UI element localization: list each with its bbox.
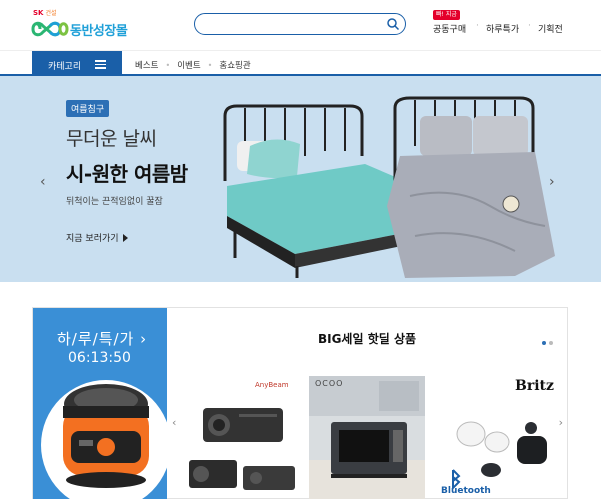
rice-cooker-image [63, 384, 149, 488]
link-event[interactable]: 이벤트 [177, 59, 200, 71]
hero-subtext: 뒤척이는 끈적임없이 꿀잠 [66, 197, 163, 207]
category-button[interactable]: 카테고리 [32, 51, 122, 77]
product-sub-brand: Bluetooth [441, 486, 491, 496]
hamburger-menu-icon [95, 60, 106, 69]
hero-headline-2: 시-원한 여름밤 [66, 162, 188, 186]
hero-cta-link[interactable]: 지금 보러가기 [66, 231, 128, 244]
header: SK 건설 동반성장몰 빠! 지금 공동구매 · 하루특가 · 기획전 [0, 0, 601, 50]
big-sale-title: BIG세일 핫딜 상품 [317, 332, 417, 346]
daily-deal-title[interactable]: 하/루/특/가 › [57, 328, 147, 349]
search-icon[interactable] [386, 17, 400, 31]
search-bar [194, 13, 406, 35]
link-separator: • [165, 61, 171, 70]
product-brand: OCOO [315, 379, 344, 388]
nav-separator: · [528, 21, 531, 31]
link-best[interactable]: 베스트 [135, 59, 158, 71]
daily-deal-panel[interactable]: 하/루/특/가 › 06:13:50 [33, 308, 167, 499]
projector-image [189, 408, 295, 490]
search-input[interactable] [205, 17, 375, 31]
bed-image [223, 96, 555, 278]
big-sale-panel: BIG세일 핫딜 상품 ‹ › AnyBeam OCOO Britz Bluet… [167, 308, 567, 499]
nav-daily-deal[interactable]: 하루특가 [486, 22, 519, 35]
countdown-timer: 06:13:50 [68, 350, 131, 366]
category-links: 베스트 • 이벤트 • 홈쇼핑관 [135, 59, 251, 71]
product-card-earbuds[interactable]: Britz Bluetooth [435, 376, 554, 499]
category-label: 카테고리 [48, 62, 82, 72]
hero-banner[interactable]: 여름침구 무더운 날씨 시-원한 여름밤 뒤척이는 끈적임없이 꿀잠 지금 보러… [0, 76, 601, 282]
oven-image [309, 376, 425, 499]
link-homeshopping[interactable]: 홈쇼핑관 [219, 59, 250, 71]
big-sale-prev-arrow[interactable]: ‹ [172, 416, 176, 429]
nav-group-buy[interactable]: 공동구매 [433, 22, 466, 35]
now-badge: 빠! 지금 [433, 10, 460, 20]
hero-headline-1: 무더운 날씨 [66, 128, 157, 150]
earbuds-image [452, 421, 547, 491]
hero-tag: 여름침구 [66, 100, 110, 117]
sk-logo: SK 건설 [33, 9, 57, 17]
page-dot-active[interactable] [542, 341, 546, 345]
site-logo[interactable]: SK 건설 동반성장몰 [30, 8, 140, 44]
product-brand: AnyBeam [255, 381, 289, 389]
big-sale-next-arrow[interactable]: › [559, 416, 563, 429]
logo-text: 동반성장몰 [70, 24, 128, 39]
top-nav: 빠! 지금 공동구매 · 하루특가 · 기획전 [430, 10, 600, 40]
category-bar: 카테고리 베스트 • 이벤트 • 홈쇼핑관 [0, 50, 601, 77]
product-card-oven[interactable]: OCOO [309, 376, 425, 499]
nav-special[interactable]: 기획전 [538, 22, 563, 35]
hero-slide-dots [280, 272, 320, 282]
product-card-projector[interactable]: AnyBeam [181, 376, 299, 499]
deals-section: 하/루/특/가 › 06:13:50 BIG세일 핫딜 상품 ‹ › AnyBe… [32, 307, 568, 499]
link-separator: • [207, 61, 213, 70]
page-dot[interactable] [549, 341, 553, 345]
infinity-logo-icon [31, 21, 69, 37]
big-sale-page-dots [539, 330, 553, 349]
play-arrow-icon [122, 234, 128, 242]
nav-separator: · [476, 21, 479, 31]
hero-prev-arrow[interactable]: ‹ [40, 174, 46, 190]
